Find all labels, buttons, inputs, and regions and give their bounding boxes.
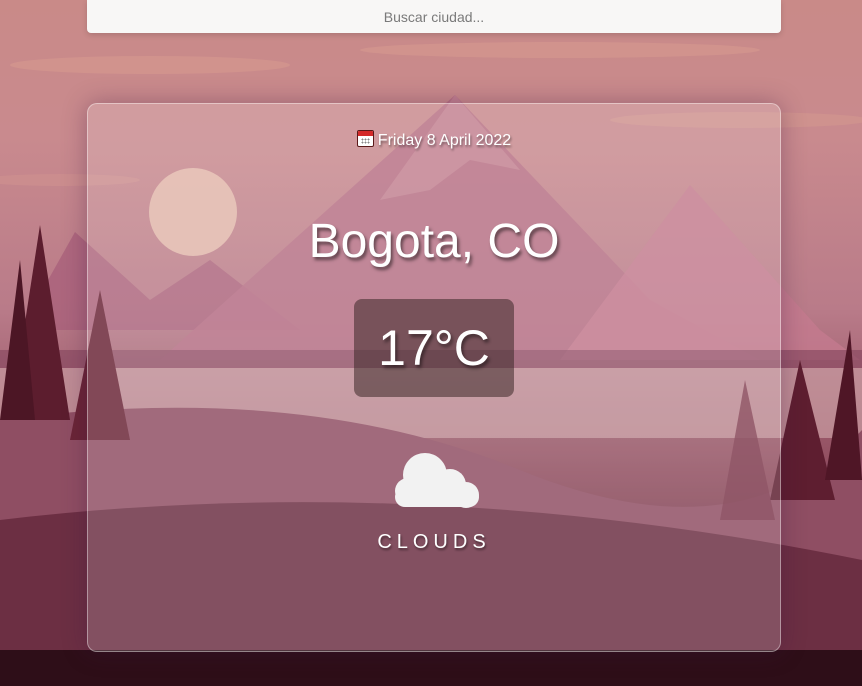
temperature-value: 17°C (378, 320, 490, 376)
weather-condition: CLOUDS (377, 531, 491, 553)
city-name: Bogota, CO (308, 215, 560, 268)
search-bar (87, 0, 781, 33)
date-display: Friday 8 April 2022 (88, 130, 780, 150)
calendar-icon (356, 130, 374, 147)
weather-card: Friday 8 April 2022 Bogota, CO 17°C CLOU… (87, 103, 781, 652)
temperature-box: 17°C (354, 299, 514, 397)
cloud-icon (395, 453, 479, 508)
search-input[interactable] (87, 0, 781, 33)
date-text: Friday 8 April 2022 (377, 132, 512, 149)
